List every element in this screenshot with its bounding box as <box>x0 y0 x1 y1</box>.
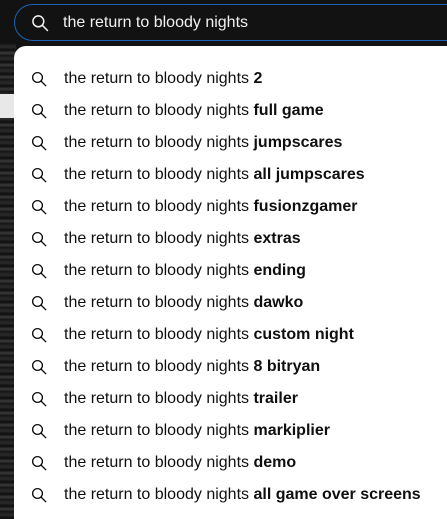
suggestion-text: the return to bloody nights all game ove… <box>64 486 421 504</box>
suggestion-prefix: the return to bloody nights <box>64 294 250 311</box>
suggestion-text: the return to bloody nights extras <box>64 230 301 248</box>
suggestion-suffix: fusionzgamer <box>253 198 358 215</box>
search-icon <box>30 422 48 440</box>
suggestion-prefix: the return to bloody nights <box>64 230 250 247</box>
suggestion-item[interactable]: the return to bloody nights markiplier <box>14 415 447 447</box>
suggestion-item[interactable]: the return to bloody nights ending <box>14 255 447 287</box>
search-icon <box>30 134 48 152</box>
suggestion-suffix: full game <box>253 102 324 119</box>
suggestion-prefix: the return to bloody nights <box>64 70 250 87</box>
suggestion-item[interactable]: the return to bloody nights extras <box>14 223 447 255</box>
suggestion-text: the return to bloody nights full game <box>64 102 324 120</box>
suggestion-item[interactable]: the return to bloody nights demo <box>14 447 447 479</box>
suggestion-suffix: 2 <box>253 70 263 87</box>
suggestion-suffix: all game over screens <box>253 486 421 503</box>
search-icon <box>30 102 48 120</box>
suggestion-item[interactable]: the return to bloody nights 8 bitryan <box>14 351 447 383</box>
suggestion-item[interactable]: the return to bloody nights dawko <box>14 287 447 319</box>
suggestion-item[interactable]: the return to bloody nights full game <box>14 95 447 127</box>
suggestion-suffix: ending <box>253 262 306 279</box>
suggestion-text: the return to bloody nights dawko <box>64 294 303 312</box>
suggestion-text: the return to bloody nights 8 bitryan <box>64 358 320 376</box>
suggestion-prefix: the return to bloody nights <box>64 390 250 407</box>
search-icon <box>30 358 48 376</box>
suggestion-suffix: dawko <box>253 294 304 311</box>
suggestion-text: the return to bloody nights trailer <box>64 390 298 408</box>
suggestion-item[interactable]: the return to bloody nights fusionzgamer <box>14 191 447 223</box>
suggestion-text: the return to bloody nights custom night <box>64 326 354 344</box>
suggestion-item[interactable]: the return to bloody nights jumpscares <box>14 127 447 159</box>
suggestion-item[interactable]: the return to bloody nights 2 <box>14 63 447 95</box>
search-icon <box>30 486 48 504</box>
suggestion-prefix: the return to bloody nights <box>64 166 250 183</box>
search-input[interactable]: the return to bloody nights <box>63 14 248 32</box>
suggestion-suffix: trailer <box>253 390 298 407</box>
suggestion-suffix: markiplier <box>253 422 330 439</box>
suggestion-prefix: the return to bloody nights <box>64 486 250 503</box>
suggestion-suffix: jumpscares <box>253 134 343 151</box>
search-icon <box>30 198 48 216</box>
suggestion-prefix: the return to bloody nights <box>64 134 250 151</box>
search-bar[interactable]: the return to bloody nights <box>14 4 447 41</box>
search-icon <box>30 262 48 280</box>
search-icon <box>30 390 48 408</box>
suggestion-suffix: all jumpscares <box>253 166 365 183</box>
suggestion-dropdown: the return to bloody nights 2 the return … <box>14 46 447 519</box>
suggestion-suffix: extras <box>253 230 301 247</box>
search-icon <box>30 166 48 184</box>
suggestion-prefix: the return to bloody nights <box>64 326 250 343</box>
suggestion-text: the return to bloody nights jumpscares <box>64 134 342 152</box>
suggestion-prefix: the return to bloody nights <box>64 358 250 375</box>
suggestion-item[interactable]: the return to bloody nights all game ove… <box>14 479 447 511</box>
suggestion-text: the return to bloody nights fusionzgamer <box>64 198 357 216</box>
suggestion-prefix: the return to bloody nights <box>64 422 250 439</box>
suggestion-prefix: the return to bloody nights <box>64 102 250 119</box>
suggestion-prefix: the return to bloody nights <box>64 454 250 471</box>
suggestion-suffix: 8 bitryan <box>253 358 321 375</box>
suggestion-suffix: custom night <box>253 326 354 343</box>
search-icon <box>29 12 51 34</box>
suggestion-prefix: the return to bloody nights <box>64 198 250 215</box>
suggestion-item[interactable]: the return to bloody nights all jumpscar… <box>14 159 447 191</box>
search-icon <box>30 454 48 472</box>
search-icon <box>30 326 48 344</box>
suggestion-text: the return to bloody nights demo <box>64 454 296 472</box>
suggestion-text: the return to bloody nights all jumpscar… <box>64 166 365 184</box>
search-icon <box>30 70 48 88</box>
search-icon <box>30 230 48 248</box>
suggestion-text: the return to bloody nights markiplier <box>64 422 330 440</box>
suggestion-prefix: the return to bloody nights <box>64 262 250 279</box>
suggestion-text: the return to bloody nights ending <box>64 262 306 280</box>
search-icon <box>30 294 48 312</box>
suggestion-item[interactable]: the return to bloody nights custom night <box>14 319 447 351</box>
suggestion-item[interactable]: the return to bloody nights trailer <box>14 383 447 415</box>
suggestion-text: the return to bloody nights 2 <box>64 70 262 88</box>
suggestion-suffix: demo <box>253 454 297 471</box>
